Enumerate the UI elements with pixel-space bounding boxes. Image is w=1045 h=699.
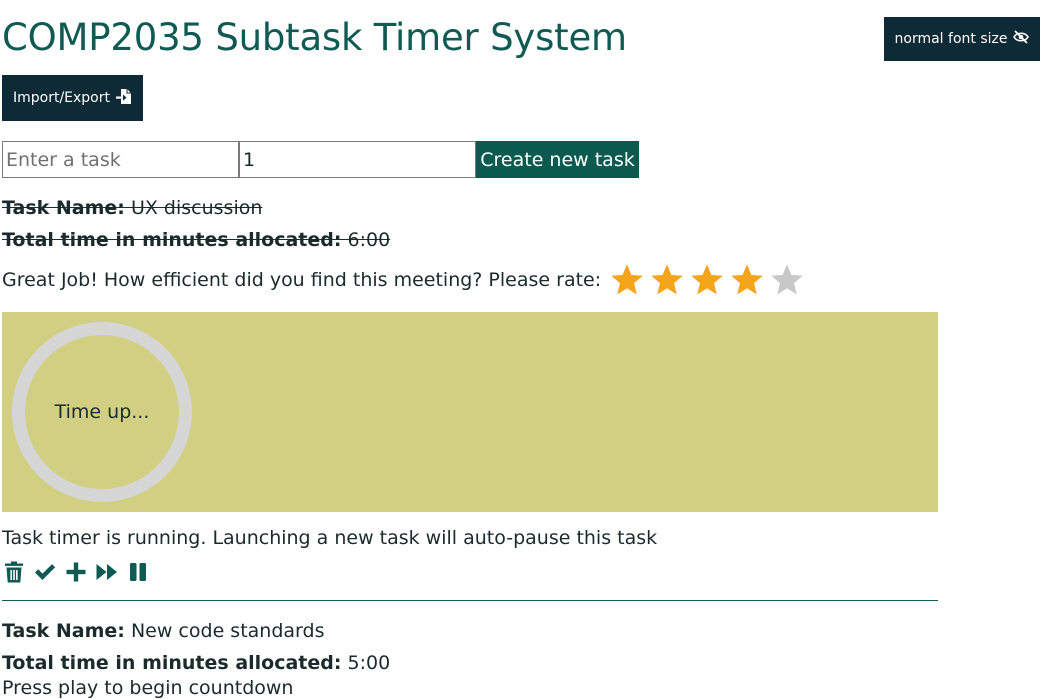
task-time-label: Total time in minutes allocated: (2, 652, 342, 674)
font-size-toggle-label: normal font size (894, 31, 1008, 47)
task-time-label: Total time in minutes allocated: (2, 229, 342, 251)
timer-ring: Time up... (12, 322, 192, 502)
task-minutes-input[interactable] (239, 141, 476, 178)
star-icon[interactable] (649, 262, 685, 298)
task-divider (2, 600, 938, 601)
star-rating (609, 262, 805, 298)
plus-icon[interactable] (64, 560, 88, 584)
timer-text: Time up... (54, 401, 150, 423)
next-task-status-text: Press play to begin countdown (2, 677, 294, 699)
next-task-name-row: Task Name: New code standards (2, 620, 324, 642)
import-export-label: Import/Export (12, 90, 110, 106)
eye-slash-icon (1013, 30, 1030, 48)
task-name-input[interactable] (2, 141, 239, 178)
page-title: COMP2035 Subtask Timer System (2, 16, 627, 59)
rating-prompt: Great Job! How efficient did you find th… (2, 269, 602, 291)
create-task-button[interactable]: Create new task (476, 141, 639, 178)
import-export-button[interactable]: Import/Export (2, 75, 143, 121)
star-icon[interactable] (609, 262, 645, 298)
task-status-text: Task timer is running. Launching a new t… (2, 527, 658, 549)
rating-row: Great Job! How efficient did you find th… (2, 262, 805, 298)
star-icon[interactable] (769, 262, 805, 298)
task-actions (2, 560, 150, 584)
star-icon[interactable] (729, 262, 765, 298)
completed-task-name-row: Task Name: UX discussion (2, 197, 262, 219)
task-time-value: 5:00 (347, 652, 391, 674)
fast-forward-icon[interactable] (95, 560, 119, 584)
task-name-value: UX discussion (130, 197, 263, 219)
next-task-time-row: Total time in minutes allocated: 5:00 (2, 652, 390, 674)
trash-icon[interactable] (2, 560, 26, 584)
completed-task-time-row: Total time in minutes allocated: 6:00 (2, 229, 390, 251)
task-name-label: Task Name: (2, 197, 125, 219)
task-time-value: 6:00 (347, 229, 391, 251)
check-icon[interactable] (33, 560, 57, 584)
task-name-value: New code standards (130, 620, 325, 642)
file-import-icon (116, 88, 132, 109)
pause-icon[interactable] (126, 560, 150, 584)
timer-panel: Time up... (2, 312, 938, 512)
star-icon[interactable] (689, 262, 725, 298)
font-size-toggle-button[interactable]: normal font size (884, 17, 1040, 61)
task-name-label: Task Name: (2, 620, 125, 642)
